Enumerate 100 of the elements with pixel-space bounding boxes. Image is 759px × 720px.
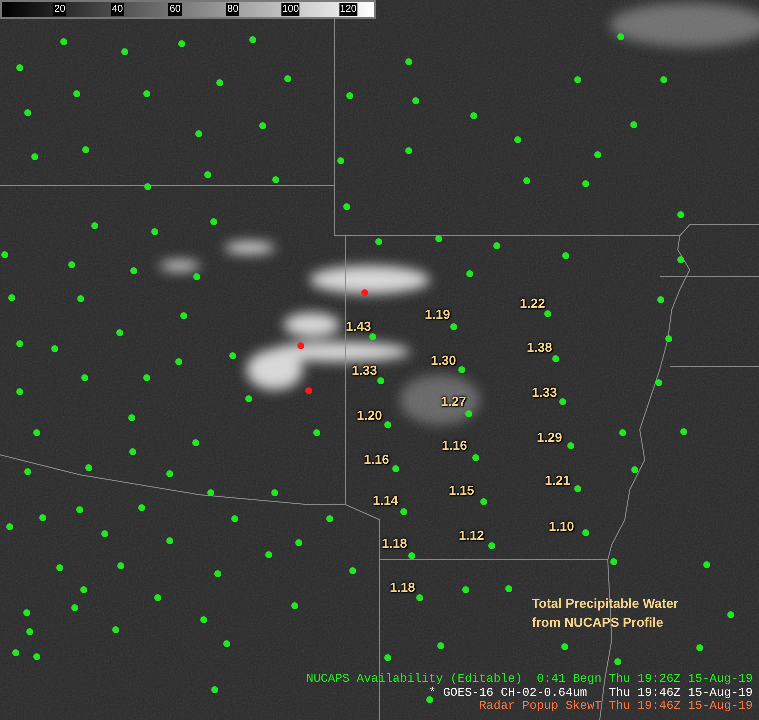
station-dot	[378, 378, 384, 384]
station-dot	[632, 466, 638, 474]
station-dot	[298, 342, 304, 350]
precipitable-water-value: 1.14	[373, 493, 398, 509]
station-dot	[514, 136, 522, 144]
station-dot	[118, 562, 124, 570]
station-dot	[562, 252, 570, 260]
caption-line: from NUCAPS Profile	[532, 614, 664, 632]
station-dot	[582, 530, 590, 536]
station-dot	[494, 242, 500, 250]
precipitable-water-value: 1.16	[364, 452, 390, 468]
station-dot	[296, 540, 302, 546]
station-dot	[488, 542, 496, 550]
station-dot	[224, 640, 230, 648]
station-dot	[426, 696, 434, 704]
station-dot	[12, 650, 20, 656]
station-dot	[552, 356, 560, 362]
legend-line: * GOES-16 CH-02-0.64um Thu 19:46Z 15-Aug-19	[428, 686, 753, 700]
station-dot	[562, 644, 568, 650]
station-dot	[480, 498, 488, 506]
station-dot	[306, 388, 312, 394]
station-dot	[436, 236, 442, 242]
precipitable-water-value: 1.16	[442, 438, 468, 454]
colorbar-tick-label: 20	[53, 3, 67, 16]
station-dot	[210, 218, 218, 226]
precipitable-water-value: 1.15	[449, 483, 474, 499]
station-dot	[232, 516, 238, 522]
colorbar-tick-label: 100	[281, 3, 300, 16]
station-dot	[82, 374, 88, 382]
station-dot	[144, 184, 152, 190]
station-dot	[392, 466, 400, 472]
station-dot	[24, 610, 30, 616]
station-dot	[376, 238, 382, 246]
station-dot	[176, 358, 182, 366]
station-dot	[660, 76, 668, 84]
station-dot	[80, 586, 88, 594]
station-dot	[678, 256, 684, 264]
cloud	[160, 261, 200, 271]
station-dot	[696, 644, 704, 652]
station-dot	[462, 586, 470, 594]
station-dot	[34, 430, 40, 436]
cloud	[225, 242, 275, 254]
station-dot	[130, 448, 136, 456]
station-dot	[346, 92, 354, 100]
station-dot	[16, 340, 24, 348]
station-dot	[362, 290, 368, 296]
station-dot	[406, 58, 412, 66]
station-dot	[208, 490, 214, 496]
station-dot	[574, 486, 582, 492]
station-dot	[180, 312, 188, 320]
station-dot	[24, 468, 32, 476]
station-dot	[284, 76, 292, 82]
station-dot	[122, 48, 128, 56]
station-dot	[6, 524, 14, 530]
station-dot	[412, 98, 420, 104]
station-dot	[466, 270, 474, 278]
station-dot	[582, 180, 590, 188]
station-dot	[370, 334, 376, 340]
station-dot	[384, 422, 392, 428]
station-dot	[246, 396, 252, 402]
precipitable-water-value: 1.20	[357, 408, 382, 424]
station-dot	[658, 296, 664, 304]
precipitable-water-value: 1.19	[425, 307, 450, 323]
station-dot	[614, 658, 622, 666]
station-dot	[406, 148, 412, 154]
station-dot	[630, 122, 638, 128]
station-dot	[212, 686, 218, 694]
station-dot	[26, 628, 34, 636]
station-dot	[92, 222, 98, 230]
station-dot	[560, 398, 566, 406]
station-dot	[56, 564, 64, 572]
station-dot	[594, 152, 602, 158]
station-dot	[144, 90, 150, 98]
station-dot	[68, 262, 76, 268]
station-dot	[16, 64, 24, 72]
station-dot	[76, 506, 84, 514]
precipitable-water-value: 1.33	[352, 363, 378, 379]
station-dot	[230, 352, 236, 360]
station-dot	[154, 594, 162, 602]
station-dot	[458, 366, 466, 374]
station-dot	[272, 490, 278, 496]
station-dot	[620, 430, 626, 436]
station-dot	[116, 330, 124, 336]
station-dot	[338, 158, 344, 164]
station-dot	[400, 508, 408, 516]
station-dot	[200, 616, 208, 624]
legend-line: Radar Popup SkewT Thu 19:46Z 15-Aug-19	[479, 700, 753, 714]
station-dot	[408, 552, 416, 560]
station-dot	[544, 310, 552, 318]
station-dot	[416, 594, 424, 602]
station-dot	[450, 324, 458, 330]
station-dot	[678, 212, 684, 218]
colorbar-tick-label: 80	[226, 3, 240, 16]
precipitable-water-value: 1.18	[390, 580, 416, 596]
station-dot	[344, 204, 350, 210]
station-dot	[272, 176, 280, 184]
precipitable-water-value: 1.12	[459, 528, 484, 544]
colorbar-tick-label: 40	[111, 3, 124, 16]
station-dot	[574, 76, 582, 84]
station-dot	[74, 90, 80, 98]
